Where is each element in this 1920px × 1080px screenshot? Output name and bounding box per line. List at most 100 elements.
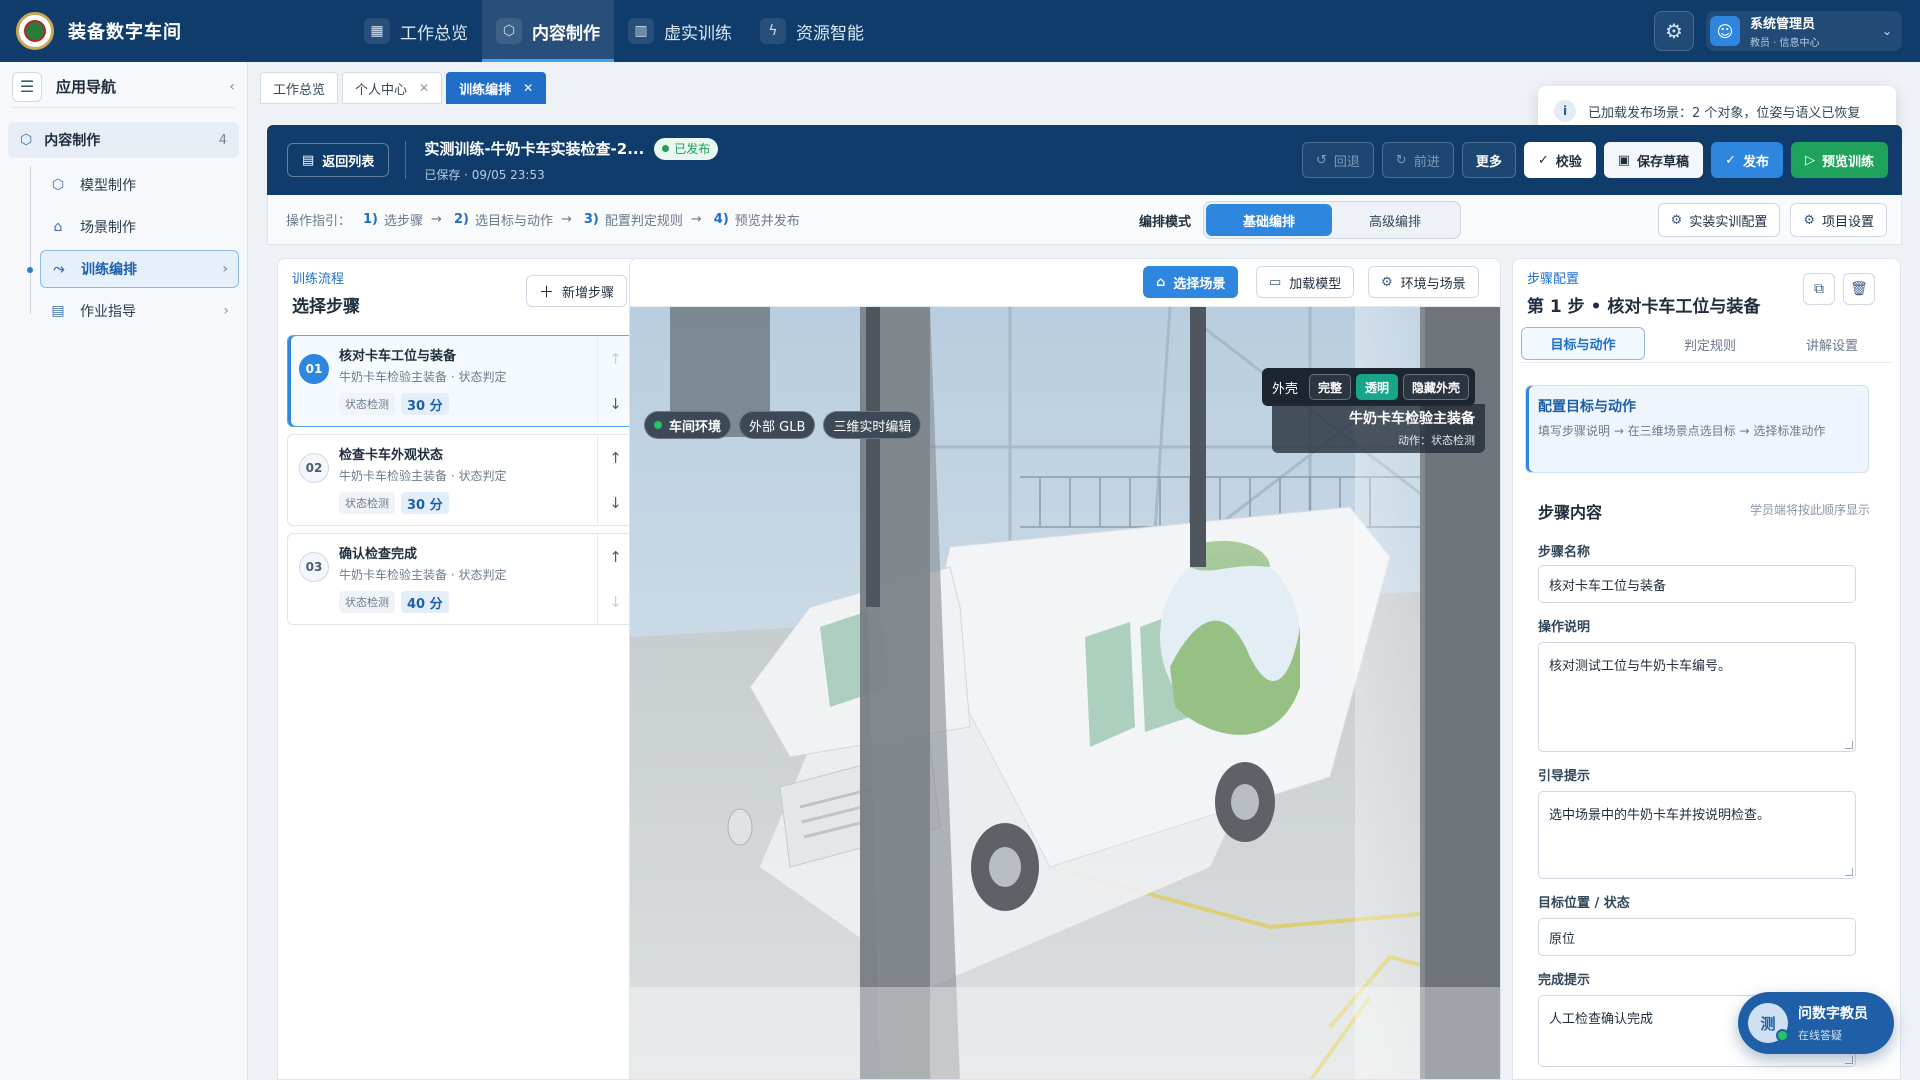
assistant-avatar: 测 [1748,1003,1789,1043]
nav-tab-resources[interactable]: ϟ 资源智能 [746,0,878,62]
status-badge: 已发布 [654,137,719,160]
reorder-controls: ↑ ↓ [597,336,633,426]
validate-button[interactable]: ✓ 校验 [1523,142,1596,178]
chevron-right-icon: › [222,261,228,277]
step-card[interactable]: 03 确认检查完成 牛奶卡车检验主装备 · 状态判定 状态检测 40 分 ↑ ↓ [287,533,634,625]
gear-icon: ⚙ [1803,212,1815,228]
tab-training-orchestration[interactable]: 训练编排 ✕ [446,72,547,104]
guide-step: 选步骤 [384,214,424,229]
home-icon: ⌂ [53,219,63,235]
settings-gear-button[interactable]: ⚙ [1654,11,1694,51]
back-to-list-button[interactable]: ▤ 返回列表 [287,143,390,177]
cube-icon: ⬡ [51,177,65,193]
nav-tab-content[interactable]: ⬡ 内容制作 [482,0,614,62]
config-hint-desc: 填写步骤说明 → 在三维场景点选目标 → 选择标准动作 [1538,424,1826,438]
save-icon: ▣ [1617,152,1631,168]
preview-training-button[interactable]: ▷ 预览训练 [1790,142,1888,178]
sidebar-item-work-guide[interactable]: ▤ 作业指导 › [40,292,239,330]
hamburger-icon: ☰ [19,77,35,96]
sidebar-group-content[interactable]: ⬡ 内容制作 4 [8,122,239,158]
save-draft-button[interactable]: ▣ 保存草稿 [1603,142,1704,178]
scene-viewport: ⌂ 选择场景 ▭ 加载模型 ⚙ 环境与场景 车间环境 外部 GLB 三维实时编辑… [629,258,1501,1080]
undo-button[interactable]: ↺ 回退 [1301,142,1374,178]
tab-narration[interactable]: 讲解设置 [1771,327,1893,362]
equipment-training-config-button[interactable]: ⚙ 实装实训配置 [1657,203,1781,237]
arrow-up-icon[interactable]: ↑ [609,350,622,368]
tab-personal[interactable]: 个人中心 ✕ [342,72,443,104]
env-chip[interactable]: 车间环境 [644,411,732,439]
add-step-button[interactable]: ＋新增步骤 [525,275,627,307]
tab-judge-rules[interactable]: 判定规则 [1649,327,1771,362]
step-tag: 状态检测 [339,393,395,415]
folder-icon: ▭ [1269,274,1282,290]
digital-instructor-button[interactable]: 测 问数字教员 在线答疑 [1738,992,1894,1054]
assistant-title: 问数字教员 [1798,1006,1868,1022]
collapse-sidebar-button[interactable]: ‹ [229,79,235,95]
brand[interactable]: 装备数字车间 [0,12,340,50]
shell-hide-button[interactable]: 隐藏外壳 [1403,374,1470,400]
save-status: 已保存 · 09/05 23:53 [424,167,545,182]
arrow-right-icon: → [690,212,702,227]
redo-button[interactable]: ↻ 前进 [1381,142,1454,178]
arrow-up-icon[interactable]: ↑ [609,548,622,566]
sidebar-item-scene[interactable]: ⌂ 场景制作 [40,208,239,246]
sidebar-group-label: 内容制作 [44,133,101,149]
panel-kicker: 步骤配置 [1527,272,1580,287]
config-tabs: 目标与动作 判定规则 讲解设置 [1521,327,1893,363]
3d-scene-canvas[interactable]: 车间环境 外部 GLB 三维实时编辑 外壳 完整 透明 隐藏外壳 牛奶卡车检验主… [630,306,1500,1079]
delete-step-button[interactable]: 🗑 [1843,273,1875,305]
step-number: 02 [299,453,329,483]
step-name-input[interactable]: 核对卡车工位与装备 [1538,565,1856,603]
more-button[interactable]: 更多 [1461,142,1516,178]
guide-hint-textarea[interactable]: 选中场景中的牛奶卡车并按说明检查。 [1538,791,1856,879]
sidebar-item-model[interactable]: ⬡ 模型制作 [40,166,239,204]
sidebar-group-count: 4 [218,132,227,148]
environment-scene-button[interactable]: ⚙ 环境与场景 [1368,266,1479,298]
arrow-right-icon: → [431,212,442,227]
copy-step-button[interactable]: ⧉ [1803,273,1835,305]
home-icon: ⌂ [1156,274,1166,290]
arrow-down-icon[interactable]: ↓ [609,395,622,413]
project-settings-button[interactable]: ⚙ 项目设置 [1790,203,1887,237]
target-position-input[interactable]: 原位 [1538,918,1856,956]
close-icon[interactable]: ✕ [419,81,429,95]
load-model-button[interactable]: ▭ 加载模型 [1256,266,1355,298]
copy-icon: ⧉ [1814,281,1824,297]
step-score: 30 分 [401,393,449,415]
check-icon: ✓ [1725,152,1736,168]
close-icon[interactable]: ✕ [523,81,533,95]
guide-step: 选目标与动作 [474,214,553,229]
step-card[interactable]: 02 检查卡车外观状态 牛奶卡车检验主装备 · 状态判定 状态检测 30 分 ↑ ↓ [287,434,634,526]
gear-icon: ⚙ [1381,274,1393,290]
operation-description-textarea[interactable]: 核对测试工位与牛奶卡车编号。 [1538,642,1856,752]
tab-overview[interactable]: 工作总览 [260,72,339,104]
shell-complete-button[interactable]: 完整 [1309,374,1352,400]
chevron-down-icon: ⌄ [1881,24,1892,38]
step-subtitle: 牛奶卡车检验主装备 · 状态判定 [339,568,507,582]
arrow-up-icon[interactable]: ↑ [609,449,622,467]
select-scene-button[interactable]: ⌂ 选择场景 [1143,266,1239,298]
arrow-right-icon: → [560,212,572,227]
object-action: 动作：状态检测 [1398,434,1475,447]
tab-target-action[interactable]: 目标与动作 [1521,327,1645,360]
chevron-left-icon: ‹ [229,78,235,95]
mode-basic-button[interactable]: 基础编排 [1206,204,1332,236]
top-navbar: 装备数字车间 ▦ 工作总览 ⬡ 内容制作 ▥ 虚实训练 ϟ 资源智能 ⚙ ☺ 系统管理员… [0,0,1920,62]
field-label: 步骤名称 [1538,545,1591,560]
realtime-edit-chip[interactable]: 三维实时编辑 [823,411,922,439]
publish-button[interactable]: ✓ 发布 [1711,142,1783,178]
menu-toggle-button[interactable]: ☰ [12,71,42,102]
shell-transparent-button[interactable]: 透明 [1356,374,1399,400]
nav-tab-training[interactable]: ▥ 虚实训练 [614,0,746,62]
user-menu[interactable]: ☺ 系统管理员 教员 · 信息中心 ⌄ [1706,11,1902,51]
sidebar-item-training-orchestration[interactable]: ⤳ 训练编排 › [27,250,239,288]
nav-tab-overview[interactable]: ▦ 工作总览 [350,0,482,62]
glb-chip[interactable]: 外部 GLB [739,411,816,439]
step-title: 核对卡车工位与装备 [339,349,457,364]
panel-title: 第 1 步 • 核对卡车工位与装备 [1527,297,1761,317]
step-card[interactable]: 01 核对卡车工位与装备 牛奶卡车检验主装备 · 状态判定 状态检测 30 分 ↑… [287,335,634,427]
mode-advanced-button[interactable]: 高级编排 [1332,204,1458,236]
arrow-down-icon[interactable]: ↓ [609,494,622,512]
gear-icon: ⚙ [1665,19,1683,43]
arrow-down-icon[interactable]: ↓ [609,593,622,611]
